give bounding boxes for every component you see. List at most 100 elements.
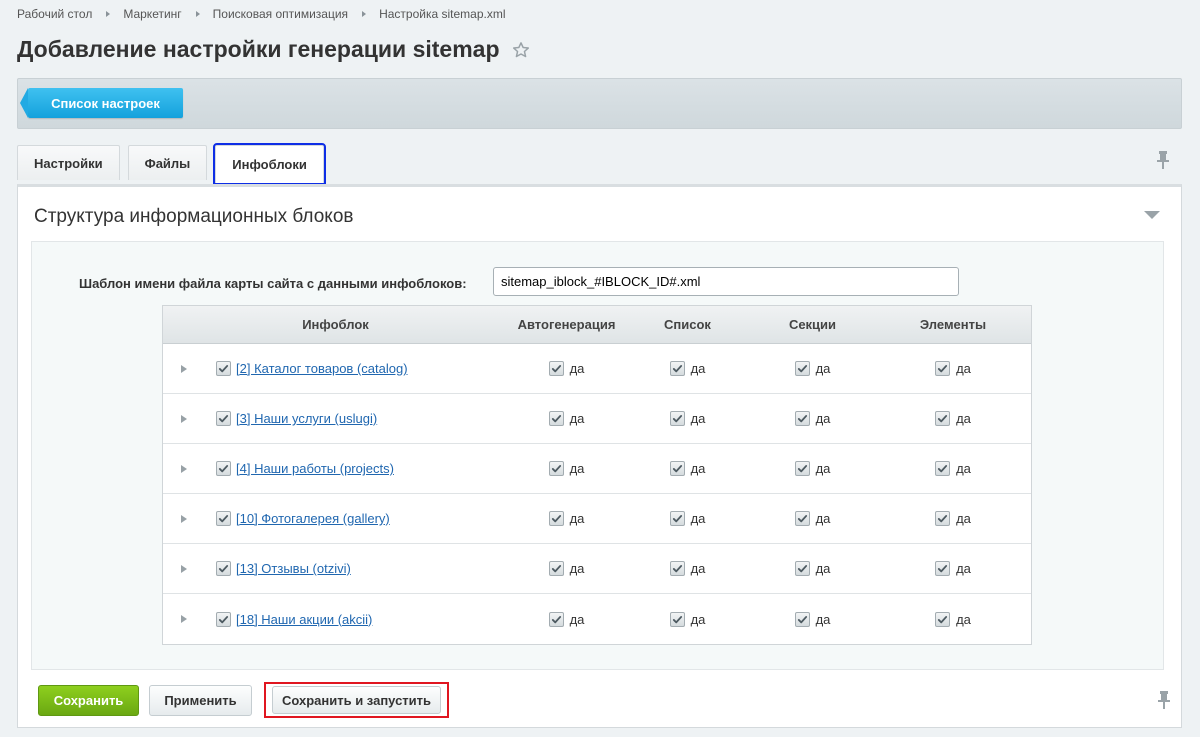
iblock-link[interactable]: [18] Наши акции (akcii) bbox=[236, 612, 372, 627]
elements-cell: да bbox=[875, 361, 1031, 376]
expand-arrow-icon[interactable] bbox=[181, 464, 187, 473]
tab-settings[interactable]: Настройки bbox=[17, 145, 120, 180]
list-checkbox[interactable] bbox=[669, 511, 685, 526]
filename-template-input[interactable] bbox=[493, 267, 959, 296]
autogen-yes-label: да bbox=[569, 361, 585, 376]
star-icon[interactable] bbox=[512, 41, 530, 59]
expand-arrow-icon[interactable] bbox=[181, 564, 187, 573]
iblock-link[interactable]: [13] Отзывы (otzivi) bbox=[236, 561, 351, 576]
breadcrumb-separator-icon bbox=[106, 11, 111, 17]
list-checkbox[interactable] bbox=[669, 361, 685, 376]
autogen-checkbox[interactable] bbox=[548, 511, 564, 526]
iblock-link[interactable]: [4] Наши работы (projects) bbox=[236, 461, 394, 476]
iblock-checkbox[interactable] bbox=[216, 511, 231, 526]
autogen-yes-label: да bbox=[569, 411, 585, 426]
sections-cell: да bbox=[750, 411, 875, 426]
autogen-yes-label: да bbox=[569, 461, 585, 476]
iblock-checkbox[interactable] bbox=[216, 411, 231, 426]
breadcrumb-item-desktop[interactable]: Рабочий стол bbox=[17, 7, 92, 21]
iblock-checkbox[interactable] bbox=[216, 611, 231, 627]
table-row: [4] Наши работы (projects) да да да да bbox=[163, 444, 1031, 494]
elements-checkbox[interactable] bbox=[935, 561, 951, 576]
sections-checkbox[interactable] bbox=[794, 561, 810, 576]
list-checkbox[interactable] bbox=[669, 411, 685, 426]
sections-yes-label: да bbox=[815, 561, 831, 576]
autogen-checkbox[interactable] bbox=[548, 561, 564, 576]
list-yes-label: да bbox=[690, 561, 706, 576]
elements-checkbox[interactable] bbox=[935, 611, 951, 627]
iblock-link[interactable]: [3] Наши услуги (uslugi) bbox=[236, 411, 377, 426]
iblock-checkbox[interactable] bbox=[216, 461, 231, 476]
filename-template-label: Шаблон имени файла карты сайта с данными… bbox=[79, 276, 467, 291]
table-body: [2] Каталог товаров (catalog) да да да да [3]… bbox=[163, 344, 1031, 644]
header-iblock: Инфоблок bbox=[302, 317, 369, 332]
save-button[interactable]: Сохранить bbox=[38, 685, 139, 716]
table-header: Инфоблок Автогенерация Список Секции Эле… bbox=[163, 306, 1031, 344]
sections-checkbox[interactable] bbox=[794, 461, 810, 476]
elements-cell: да bbox=[875, 611, 1031, 627]
breadcrumb-item-marketing[interactable]: Маркетинг bbox=[123, 7, 181, 21]
save-and-run-button[interactable]: Сохранить и запустить bbox=[272, 686, 441, 714]
sections-yes-label: да bbox=[815, 361, 831, 376]
elements-cell: да bbox=[875, 461, 1031, 476]
elements-checkbox[interactable] bbox=[935, 461, 951, 476]
sections-cell: да bbox=[750, 511, 875, 526]
autogen-checkbox[interactable] bbox=[548, 411, 564, 426]
sections-checkbox[interactable] bbox=[794, 511, 810, 526]
autogen-cell: да bbox=[508, 611, 625, 627]
list-cell: да bbox=[625, 461, 750, 476]
iblock-link[interactable]: [10] Фотогалерея (gallery) bbox=[236, 511, 390, 526]
breadcrumb-item-sitemap[interactable]: Настройка sitemap.xml bbox=[379, 7, 505, 21]
sections-yes-label: да bbox=[815, 611, 831, 627]
autogen-checkbox[interactable] bbox=[548, 361, 564, 376]
iblock-checkbox[interactable] bbox=[216, 561, 231, 576]
toolbar: Список настроек bbox=[17, 78, 1182, 129]
sections-checkbox[interactable] bbox=[794, 411, 810, 426]
pin-icon[interactable] bbox=[1157, 151, 1169, 169]
elements-yes-label: да bbox=[956, 461, 971, 476]
iblock-link[interactable]: [2] Каталог товаров (catalog) bbox=[236, 361, 408, 376]
sections-cell: да bbox=[750, 361, 875, 376]
elements-cell: да bbox=[875, 511, 1031, 526]
list-checkbox[interactable] bbox=[669, 611, 685, 627]
table-row: [13] Отзывы (otzivi) да да да да bbox=[163, 544, 1031, 594]
autogen-cell: да bbox=[508, 411, 625, 426]
autogen-cell: да bbox=[508, 511, 625, 526]
apply-button[interactable]: Применить bbox=[149, 685, 252, 716]
iblock-name-cell: [2] Каталог товаров (catalog) bbox=[163, 344, 508, 393]
breadcrumb-separator-icon bbox=[195, 11, 200, 17]
header-list: Список bbox=[664, 317, 711, 332]
elements-yes-label: да bbox=[956, 611, 971, 627]
pin-icon[interactable] bbox=[1158, 691, 1170, 709]
elements-yes-label: да bbox=[956, 561, 971, 576]
list-cell: да bbox=[625, 411, 750, 426]
elements-yes-label: да bbox=[956, 511, 971, 526]
sections-checkbox[interactable] bbox=[794, 611, 810, 627]
elements-checkbox[interactable] bbox=[935, 411, 951, 426]
iblock-name-cell: [10] Фотогалерея (gallery) bbox=[163, 494, 508, 543]
header-sections: Секции bbox=[788, 317, 837, 332]
expand-arrow-icon[interactable] bbox=[181, 364, 187, 373]
header-autogen: Автогенерация bbox=[517, 317, 616, 332]
autogen-checkbox[interactable] bbox=[548, 611, 564, 627]
expand-arrow-icon[interactable] bbox=[181, 615, 187, 623]
expand-arrow-icon[interactable] bbox=[181, 414, 187, 423]
collapse-arrow-icon[interactable] bbox=[1144, 211, 1160, 219]
iblock-checkbox[interactable] bbox=[216, 361, 231, 376]
sections-cell: да bbox=[750, 461, 875, 476]
tab-iblocks[interactable]: Инфоблоки bbox=[213, 143, 326, 185]
settings-list-button[interactable]: Список настроек bbox=[20, 88, 183, 118]
autogen-cell: да bbox=[508, 361, 625, 376]
list-checkbox[interactable] bbox=[669, 461, 685, 476]
elements-checkbox[interactable] bbox=[935, 361, 951, 376]
content-panel: Структура информационных блоков Шаблон и… bbox=[17, 184, 1182, 728]
autogen-checkbox[interactable] bbox=[548, 461, 564, 476]
table-row: [3] Наши услуги (uslugi) да да да да bbox=[163, 394, 1031, 444]
list-checkbox[interactable] bbox=[669, 561, 685, 576]
sections-checkbox[interactable] bbox=[794, 361, 810, 376]
sections-cell: да bbox=[750, 611, 875, 627]
elements-checkbox[interactable] bbox=[935, 511, 951, 526]
tab-files[interactable]: Файлы bbox=[127, 145, 208, 180]
expand-arrow-icon[interactable] bbox=[181, 514, 187, 523]
breadcrumb-item-seo[interactable]: Поисковая оптимизация bbox=[213, 7, 348, 21]
